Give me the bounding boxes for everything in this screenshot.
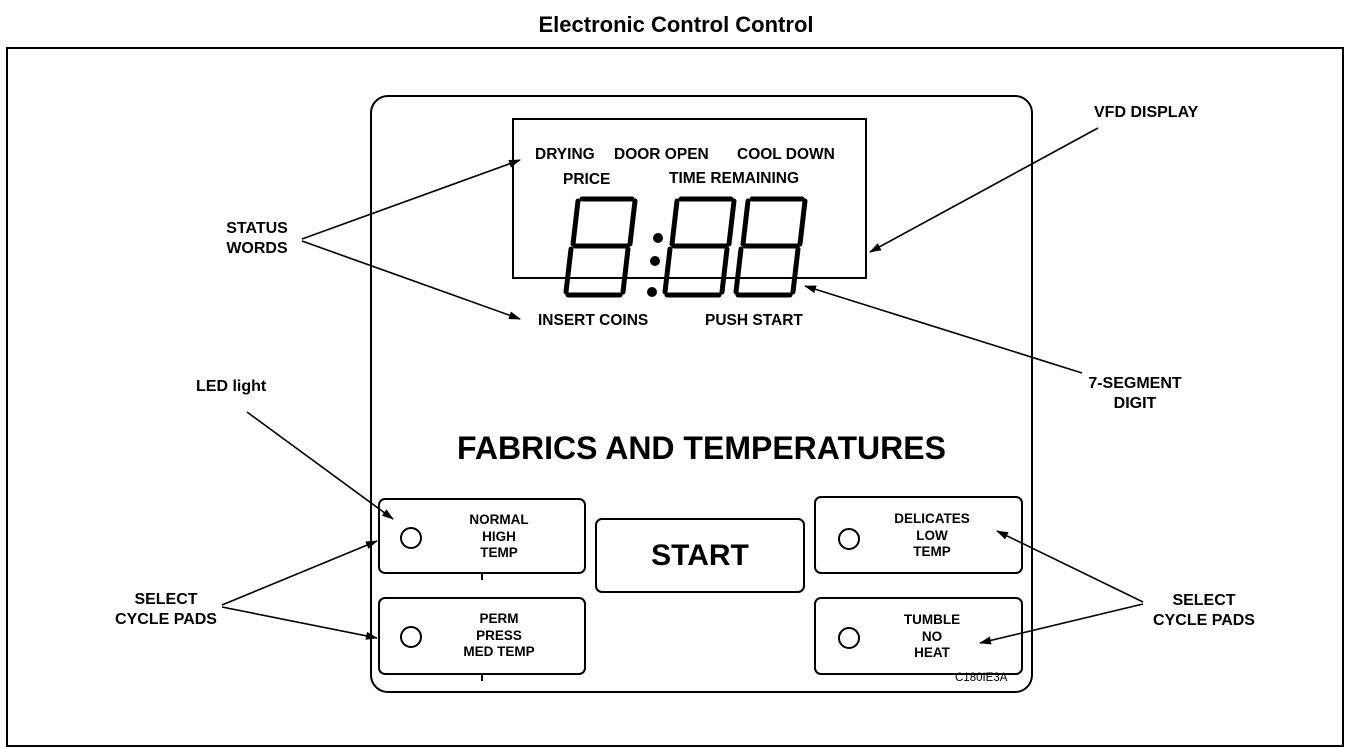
arrow-select-pads-left-top [221, 540, 378, 606]
arrow-status-words-bottom [301, 240, 521, 320]
arrow-select-pads-right-top [996, 530, 1144, 603]
arrow-seven-segment [804, 285, 1083, 374]
arrow-vfd-display [869, 127, 1099, 253]
arrow-led-light [246, 411, 394, 520]
diagram-overlay [221, 127, 1144, 681]
seven-segment-digit-3 [733, 196, 808, 298]
colon-dots [647, 233, 663, 297]
seven-segment-digit-1 [563, 196, 638, 298]
arrow-select-pads-left-bottom [221, 606, 378, 640]
arrow-select-pads-right-bottom [979, 603, 1144, 645]
seven-segment-digit-2 [662, 196, 737, 298]
arrow-status-words-top [301, 159, 521, 240]
